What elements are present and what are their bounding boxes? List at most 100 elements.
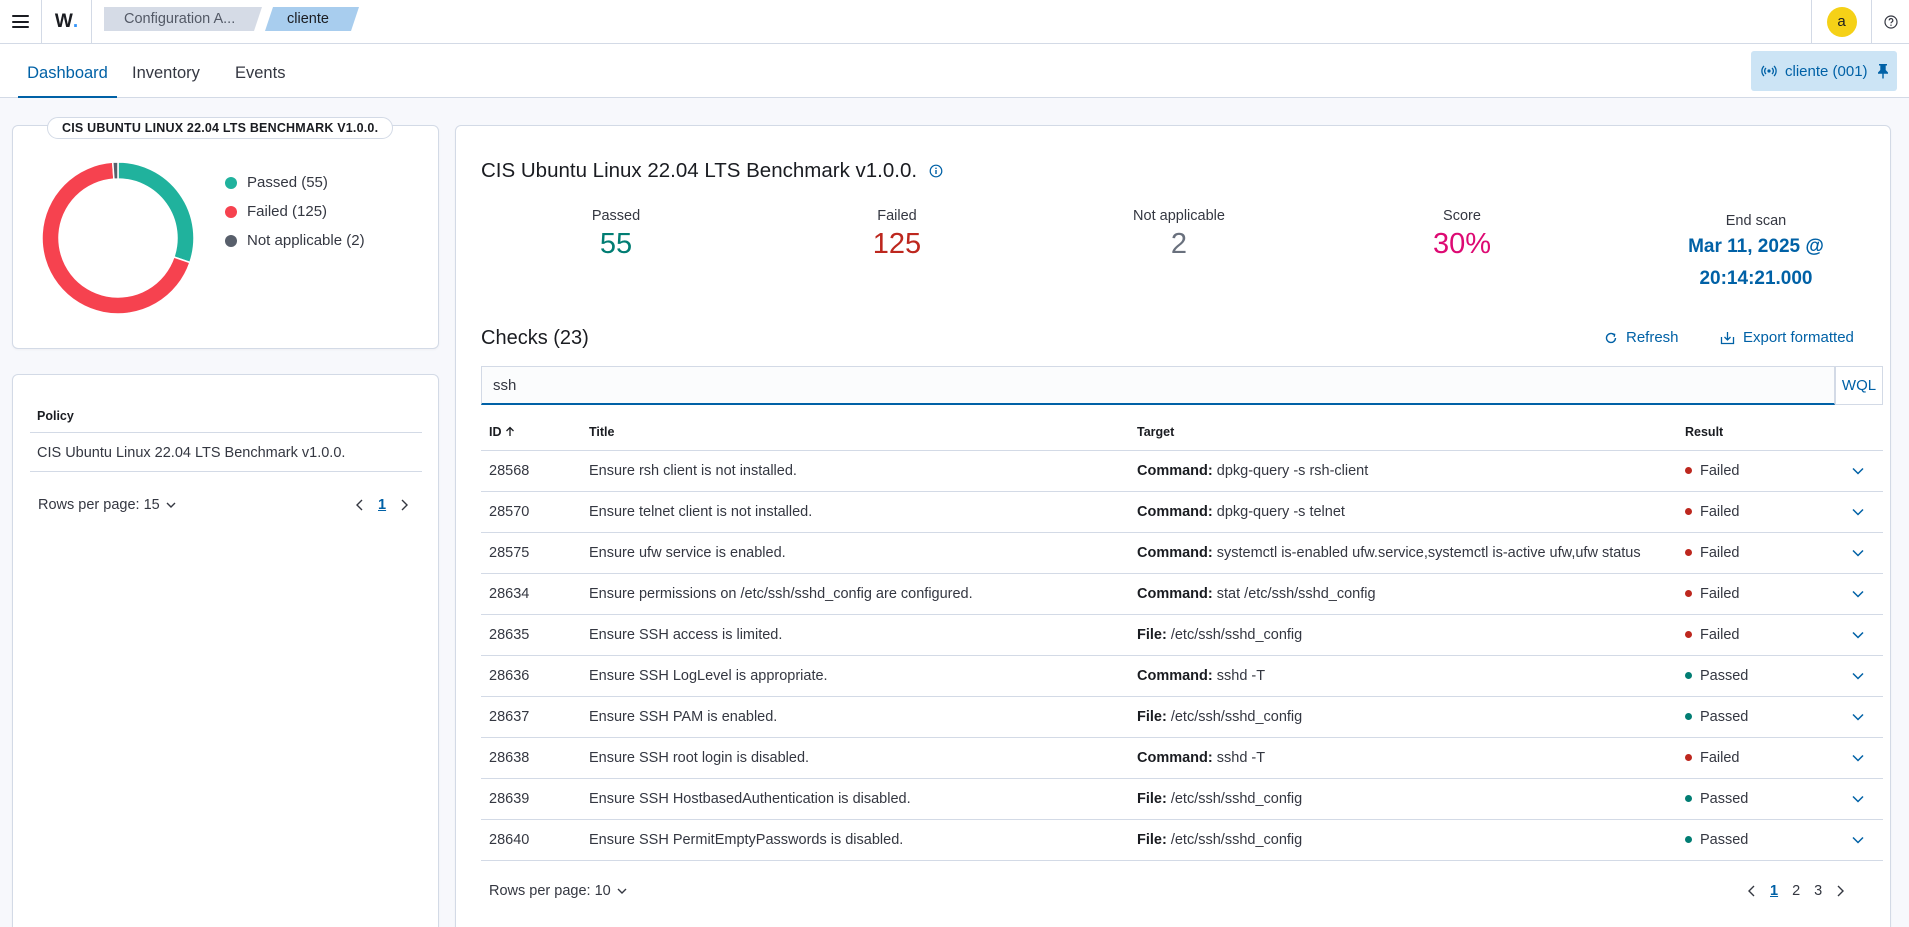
expand-row-button[interactable] bbox=[1833, 819, 1883, 861]
cell-result: Passed bbox=[1677, 778, 1833, 820]
cell-target: File: /etc/ssh/sshd_config bbox=[1129, 696, 1677, 738]
result-status-dot bbox=[1685, 836, 1692, 843]
checks-page-3[interactable]: 3 bbox=[1814, 883, 1822, 899]
expand-row-button[interactable] bbox=[1833, 696, 1883, 738]
chevron-down-icon bbox=[1852, 836, 1864, 844]
table-row[interactable]: 28635 Ensure SSH access is limited. File: … bbox=[481, 614, 1883, 656]
table-row[interactable]: 28636 Ensure SSH LogLevel is appropriate.… bbox=[481, 655, 1883, 697]
sort-ascending-icon bbox=[506, 426, 514, 436]
cell-id: 28636 bbox=[481, 655, 581, 697]
logo[interactable]: W. bbox=[42, 0, 92, 43]
cell-result: Failed bbox=[1677, 450, 1833, 492]
column-header-title[interactable]: Title bbox=[581, 414, 1129, 451]
wql-button[interactable]: WQL bbox=[1835, 366, 1883, 405]
checks-rows-per-page[interactable]: Rows per page: 10 bbox=[489, 883, 627, 899]
column-header-target[interactable]: Target bbox=[1129, 414, 1677, 451]
legend-item-passed[interactable]: Passed (55) bbox=[225, 168, 365, 197]
policy-rows-per-page[interactable]: Rows per page: 15 bbox=[38, 497, 176, 513]
chevron-left-icon[interactable] bbox=[1748, 885, 1756, 897]
breadcrumb-configuration-assessment[interactable]: Configuration A... bbox=[104, 7, 262, 31]
pin-icon[interactable] bbox=[1877, 63, 1889, 79]
checks-title: Checks (23) bbox=[481, 327, 589, 349]
table-row[interactable]: 28639 Ensure SSH HostbasedAuthentication … bbox=[481, 778, 1883, 820]
result-status-dot bbox=[1685, 467, 1692, 474]
expand-row-button[interactable] bbox=[1833, 655, 1883, 697]
chevron-right-icon[interactable] bbox=[1836, 885, 1845, 897]
target-value: stat /etc/ssh/sshd_config bbox=[1212, 585, 1376, 602]
cell-result: Passed bbox=[1677, 696, 1833, 738]
column-header-result[interactable]: Result bbox=[1677, 414, 1833, 451]
table-row[interactable]: 28640 Ensure SSH PermitEmptyPasswords is … bbox=[481, 819, 1883, 861]
cell-title: Ensure telnet client is not installed. bbox=[581, 491, 1129, 533]
table-row[interactable]: 28575 Ensure ufw service is enabled. Comma… bbox=[481, 532, 1883, 574]
refresh-button[interactable]: Refresh bbox=[1604, 329, 1679, 346]
cell-result: Failed bbox=[1677, 532, 1833, 574]
user-menu[interactable]: a bbox=[1811, 0, 1871, 43]
result-label: Failed bbox=[1700, 585, 1740, 602]
result-label: Passed bbox=[1700, 831, 1749, 848]
result-status-dot bbox=[1685, 672, 1692, 679]
expand-row-button[interactable] bbox=[1833, 737, 1883, 779]
donut-legend: Passed (55) Failed (125) Not applicable … bbox=[225, 168, 365, 255]
target-type: Command: bbox=[1137, 585, 1213, 602]
help-icon bbox=[1883, 14, 1898, 29]
donut-slice-passed[interactable] bbox=[117, 161, 195, 264]
export-icon bbox=[1720, 331, 1735, 344]
column-header-id[interactable]: ID bbox=[481, 414, 581, 451]
result-status-dot bbox=[1685, 508, 1692, 515]
export-formatted-button[interactable]: Export formatted bbox=[1720, 329, 1854, 346]
signal-icon bbox=[1761, 65, 1777, 77]
expand-row-button[interactable] bbox=[1833, 614, 1883, 656]
target-type: Command: bbox=[1137, 462, 1213, 479]
target-value: systemctl is-enabled ufw.service,systemc… bbox=[1212, 544, 1641, 561]
chevron-right-icon[interactable] bbox=[400, 499, 409, 511]
tab-events[interactable]: Events bbox=[235, 44, 285, 98]
policy-row[interactable]: CIS Ubuntu Linux 22.04 LTS Benchmark v1.… bbox=[30, 434, 422, 472]
expand-row-button[interactable] bbox=[1833, 491, 1883, 533]
result-status-dot bbox=[1685, 754, 1692, 761]
table-row[interactable]: 28570 Ensure telnet client is not install… bbox=[481, 491, 1883, 533]
checks-table: ID Title Target Result 28568 Ensure rsh c… bbox=[481, 414, 1883, 861]
checks-page-2[interactable]: 2 bbox=[1792, 883, 1800, 899]
policy-page-1[interactable]: 1 bbox=[378, 497, 386, 513]
legend-item-failed[interactable]: Failed (125) bbox=[225, 197, 365, 226]
stat-passed-value: 55 bbox=[599, 228, 633, 260]
policy-column-header[interactable]: Policy bbox=[30, 409, 422, 433]
result-label: Passed bbox=[1700, 667, 1749, 684]
table-row[interactable]: 28637 Ensure SSH PAM is enabled. File: /et… bbox=[481, 696, 1883, 738]
policy-rows-per-page-label: Rows per page: 15 bbox=[38, 497, 160, 513]
agent-selector[interactable]: cliente (001) bbox=[1751, 51, 1897, 91]
benchmark-title-text: CIS Ubuntu Linux 22.04 LTS Benchmark v1.… bbox=[481, 159, 918, 182]
stat-not-applicable-value: 2 bbox=[1170, 228, 1188, 260]
breadcrumb-agent[interactable]: cliente bbox=[265, 7, 359, 31]
end-scan-label: End scan bbox=[1725, 213, 1787, 229]
expand-row-button[interactable] bbox=[1833, 778, 1883, 820]
search-input[interactable] bbox=[481, 366, 1835, 405]
checks-page-1[interactable]: 1 bbox=[1770, 883, 1778, 899]
cell-target: Command: sshd -T bbox=[1129, 655, 1677, 697]
cell-target: File: /etc/ssh/sshd_config bbox=[1129, 778, 1677, 820]
target-value: sshd -T bbox=[1212, 749, 1266, 766]
table-row[interactable]: 28634 Ensure permissions on /etc/ssh/sshd… bbox=[481, 573, 1883, 615]
tab-inventory[interactable]: Inventory bbox=[132, 44, 200, 98]
menu-button[interactable] bbox=[0, 0, 42, 43]
help-button[interactable] bbox=[1871, 0, 1909, 43]
legend-item-not-applicable[interactable]: Not applicable (2) bbox=[225, 226, 365, 255]
column-header-expand bbox=[1833, 414, 1883, 451]
chevron-down-icon bbox=[1852, 795, 1864, 803]
chevron-left-icon[interactable] bbox=[356, 499, 364, 511]
table-row[interactable]: 28568 Ensure rsh client is not installed.… bbox=[481, 450, 1883, 492]
expand-row-button[interactable] bbox=[1833, 450, 1883, 492]
tab-dashboard[interactable]: Dashboard bbox=[18, 44, 117, 98]
top-header: W. Configuration A... cliente a bbox=[0, 0, 1909, 44]
expand-row-button[interactable] bbox=[1833, 532, 1883, 574]
stat-score-value: 30% bbox=[1432, 228, 1492, 260]
table-row[interactable]: 28638 Ensure SSH root login is disabled. C… bbox=[481, 737, 1883, 779]
info-icon[interactable] bbox=[929, 164, 943, 178]
chevron-down-icon bbox=[1852, 754, 1864, 762]
legend-dot-failed bbox=[225, 205, 237, 218]
donut-slice-not-applicable[interactable] bbox=[111, 161, 119, 180]
expand-row-button[interactable] bbox=[1833, 573, 1883, 615]
policy-pagination: 1 bbox=[356, 497, 409, 513]
column-id-label: ID bbox=[489, 424, 502, 439]
